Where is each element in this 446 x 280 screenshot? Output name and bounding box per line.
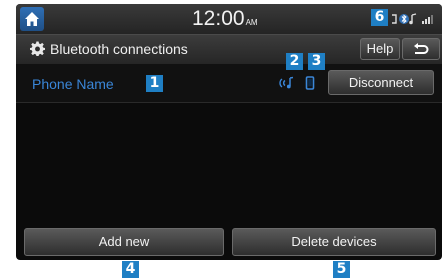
- callout-badge: 5: [333, 261, 350, 278]
- clock-time: 12:00: [192, 7, 245, 30]
- callout-badge: 3: [308, 53, 325, 70]
- home-button[interactable]: [20, 7, 44, 31]
- phone-icon: [305, 76, 315, 90]
- audio-status-icon: [409, 13, 417, 25]
- device-name: Phone Name: [32, 76, 114, 92]
- callout-badge: 2: [286, 53, 303, 70]
- status-icons: [392, 13, 433, 25]
- page-title: Bluetooth connections: [50, 41, 188, 57]
- gear-icon: [30, 41, 45, 56]
- add-new-button[interactable]: Add new: [24, 228, 224, 256]
- title-bar: Bluetooth connections Help: [16, 34, 442, 65]
- help-button[interactable]: Help: [360, 38, 400, 60]
- callout-badge: 4: [122, 261, 139, 278]
- device-list-item[interactable]: Phone Name Disconnect: [16, 64, 442, 103]
- delete-devices-button[interactable]: Delete devices: [232, 228, 436, 256]
- battery-icon: [392, 14, 397, 24]
- back-button[interactable]: [402, 38, 440, 60]
- audio-streaming-icon: [279, 76, 294, 89]
- back-icon: [414, 43, 429, 54]
- clock: 12:00AM: [192, 7, 258, 31]
- signal-icon: [422, 15, 433, 24]
- clock-ampm: AM: [245, 18, 258, 27]
- home-icon: [25, 12, 39, 26]
- callout-badge: 6: [371, 9, 388, 26]
- screen: 12:00AM Bluetooth connections Help Phone…: [16, 4, 442, 260]
- callout-badge: 1: [146, 75, 163, 92]
- disconnect-button[interactable]: Disconnect: [328, 70, 434, 95]
- bluetooth-icon: [399, 14, 409, 24]
